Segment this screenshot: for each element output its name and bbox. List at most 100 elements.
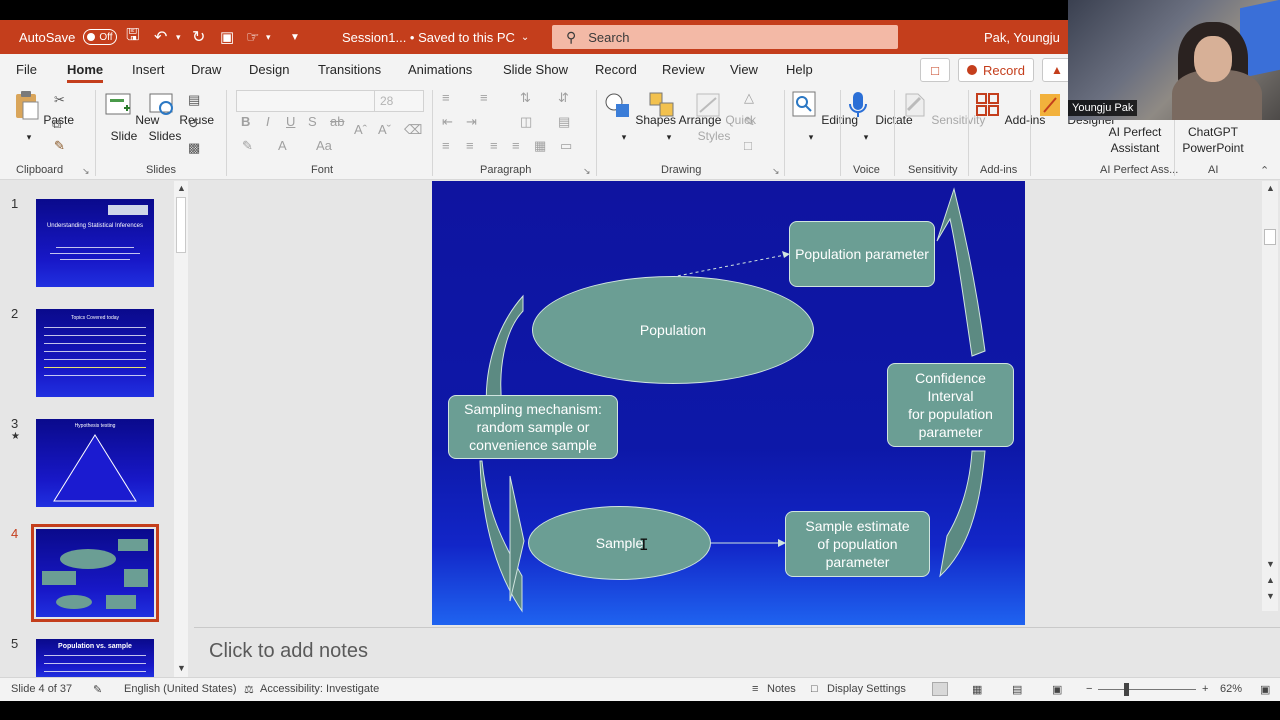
record-button[interactable]: Record [958, 58, 1034, 82]
zoom-out-icon[interactable]: − [1086, 683, 1092, 695]
tab-help[interactable]: Help [786, 62, 813, 77]
align-left-icon[interactable]: ≡ [442, 138, 450, 153]
paragraph-launcher-icon[interactable]: ↘ [583, 166, 591, 177]
drawing-launcher-icon[interactable]: ↘ [772, 166, 780, 177]
save-icon[interactable]: 🖫 [126, 20, 140, 54]
fit-to-window-icon[interactable]: ▣ [1260, 683, 1270, 696]
shapes-button[interactable]: Shapes ▾ [604, 90, 676, 145]
tab-file[interactable]: File [16, 62, 37, 77]
slide-thumbnail-4[interactable] [31, 524, 159, 622]
tab-transitions[interactable]: Transitions [318, 62, 381, 77]
align-right-icon[interactable]: ≡ [490, 138, 498, 153]
slide-thumbnail-3[interactable]: Hypothesis testing [36, 419, 154, 507]
strikethrough-icon[interactable]: ab [330, 114, 344, 129]
slide-sorter-icon[interactable]: ▦ [972, 683, 982, 696]
increase-font-icon[interactable]: Aˆ [354, 122, 367, 137]
layout-icon[interactable]: ▤ [188, 92, 200, 108]
numbering-icon[interactable]: ≡ [480, 90, 488, 105]
accessibility-status[interactable]: Accessibility: Investigate [260, 683, 379, 695]
undo-dropdown-icon[interactable]: ▾ [176, 20, 181, 54]
present-icon[interactable]: ▣ [220, 20, 234, 54]
bullets-icon[interactable]: ≡ [442, 90, 450, 105]
next-slide-icon[interactable]: ▼ [1266, 591, 1275, 601]
zoom-slider-thumb[interactable] [1124, 683, 1129, 696]
smartart-icon[interactable]: ▭ [560, 138, 572, 154]
display-settings-button[interactable]: Display Settings [827, 683, 906, 695]
scrollbar-thumb[interactable] [1264, 229, 1276, 245]
underline-icon[interactable]: U [286, 114, 295, 129]
clear-format-icon[interactable]: ⌫ [404, 122, 422, 138]
zoom-level[interactable]: 62% [1220, 683, 1242, 695]
decrease-font-icon[interactable]: Aˇ [378, 122, 391, 137]
align-center-icon[interactable]: ≡ [466, 138, 474, 153]
slide-thumbnail-5[interactable]: Population vs. sample [36, 639, 154, 677]
notes-pane[interactable]: Click to add notes [194, 627, 1280, 677]
undo-icon[interactable]: ↶ [154, 20, 167, 54]
scroll-up-icon[interactable]: ▲ [1266, 183, 1275, 193]
redo-icon[interactable]: ↻ [192, 20, 205, 54]
comments-button[interactable]: □ [920, 58, 950, 82]
population-oval[interactable]: Population [532, 276, 814, 384]
tab-design[interactable]: Design [249, 62, 289, 77]
chatgpt-powerpoint-button[interactable]: ChatGPT PowerPoint [1180, 124, 1246, 156]
spell-check-icon[interactable]: ✎ [93, 683, 102, 696]
reading-view-icon[interactable]: ▤ [1012, 683, 1022, 696]
sensitivity-button[interactable]: Sensitivity [900, 90, 985, 128]
paste-button[interactable]: Paste ▾ [12, 90, 74, 145]
tab-draw[interactable]: Draw [191, 62, 221, 77]
clipboard-launcher-icon[interactable]: ↘ [82, 166, 90, 177]
shape-outline-icon[interactable]: ✎ [744, 114, 755, 130]
zoom-slider-track[interactable] [1098, 689, 1196, 690]
document-title[interactable]: Session1... • Saved to this PC ⌄ [342, 20, 529, 54]
population-parameter-box[interactable]: Population parameter [789, 221, 935, 287]
font-name-box[interactable] [236, 90, 376, 112]
zoom-in-icon[interactable]: + [1202, 683, 1208, 695]
section-icon[interactable]: ▩ [188, 140, 200, 156]
sample-estimate-box[interactable]: Sample estimate of population parameter [785, 511, 930, 577]
scroll-up-icon[interactable]: ▲ [177, 183, 186, 193]
editing-button[interactable]: Editing▾ [790, 90, 858, 145]
arrange-button[interactable]: Arrange ▾ [648, 90, 721, 145]
language-status[interactable]: English (United States) [124, 683, 237, 695]
scroll-down-icon[interactable]: ▼ [1266, 559, 1275, 569]
tab-record[interactable]: Record [595, 62, 637, 77]
bold-icon[interactable]: B [241, 114, 250, 129]
line-spacing-icon[interactable]: ⇅ [520, 90, 531, 106]
cut-icon[interactable]: ✂ [54, 92, 65, 108]
format-painter-icon[interactable]: ✎ [54, 138, 65, 154]
copy-icon[interactable]: ⧉ [52, 116, 61, 132]
touch-mode-icon[interactable]: ☞ [246, 20, 259, 54]
search-box[interactable]: ⚲ Search [552, 25, 898, 49]
increase-indent-icon[interactable]: ⇥ [466, 114, 477, 130]
autosave[interactable]: AutoSave Off [19, 20, 118, 54]
align-text-icon[interactable]: ▤ [558, 114, 570, 130]
normal-view-icon[interactable] [932, 682, 948, 696]
customize-qat-icon[interactable]: ▼ [290, 20, 300, 54]
reset-icon[interactable]: ↺ [188, 116, 199, 132]
touch-dropdown-icon[interactable]: ▾ [266, 20, 271, 54]
shadow-icon[interactable]: S [308, 114, 317, 129]
shape-effects-icon[interactable]: □ [744, 138, 752, 153]
tab-slide-show[interactable]: Slide Show [503, 62, 568, 77]
ai-perfect-assistant-button[interactable]: AI Perfect Assistant [1102, 124, 1168, 156]
tab-animations[interactable]: Animations [408, 62, 472, 77]
quick-styles-button[interactable]: Quick Styles [694, 90, 756, 144]
font-size-box[interactable]: 28 [374, 90, 424, 112]
font-color-icon[interactable]: A [278, 138, 287, 153]
highlight-icon[interactable]: ✎ [242, 138, 253, 154]
addins-button[interactable]: Add-ins [974, 90, 1045, 128]
column-spacing-icon[interactable]: ▦ [534, 138, 546, 154]
autosave-toggle[interactable]: Off [83, 29, 118, 45]
change-case-icon[interactable]: Aa [316, 138, 332, 153]
reuse-slides-button[interactable]: Reuse Slides [148, 90, 214, 144]
scrollbar-thumb[interactable] [176, 197, 186, 253]
previous-slide-icon[interactable]: ▲ [1266, 575, 1275, 585]
columns-icon[interactable]: ◫ [520, 114, 532, 130]
scroll-down-icon[interactable]: ▼ [177, 663, 186, 673]
tab-review[interactable]: Review [662, 62, 705, 77]
dictate-button[interactable]: Dictate▾ [844, 90, 913, 145]
collapse-ribbon-icon[interactable]: ⌃ [1260, 164, 1269, 177]
notes-button[interactable]: Notes [767, 683, 796, 695]
slide-scrollbar[interactable]: ▲ ▼ ▲ ▼ [1262, 181, 1278, 611]
slide-show-icon[interactable]: ▣ [1052, 683, 1062, 696]
